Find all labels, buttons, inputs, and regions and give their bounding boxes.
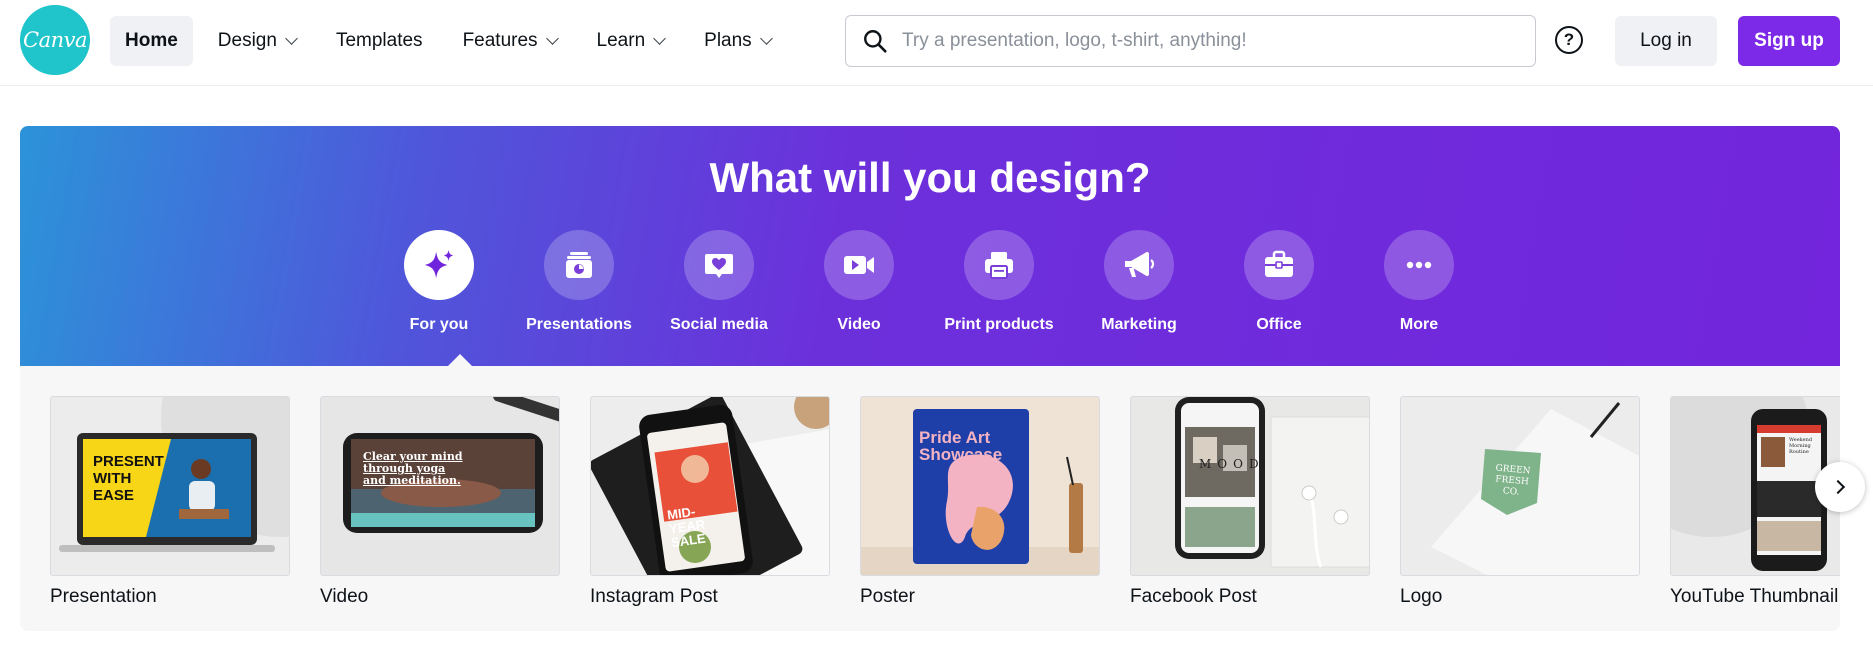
nav-plans[interactable]: Plans (689, 16, 786, 66)
more-dots-icon (1406, 261, 1432, 269)
top-header: Canva Home Design Templates Features Lea… (0, 0, 1873, 86)
nav-home-label: Home (125, 30, 178, 51)
chevron-down-icon (285, 31, 298, 45)
signup-label: Sign up (1754, 30, 1824, 51)
category-label: Video (837, 316, 881, 333)
card-title: Poster (860, 586, 915, 607)
category-label: Presentations (526, 316, 632, 333)
design-card-facebook-post[interactable]: MOOD Facebook Post (1130, 396, 1370, 608)
login-button[interactable]: Log in (1615, 16, 1717, 66)
nav-templates-label: Templates (335, 30, 423, 51)
category-label: More (1399, 316, 1439, 333)
briefcase-icon (1265, 250, 1293, 277)
card-thumbnail: Pride Art Showcase (860, 396, 1100, 576)
card-thumbnail: MID-YEAR SALE (590, 396, 830, 576)
category-video[interactable]: Video (789, 230, 929, 334)
nav-learn[interactable]: Learn (582, 16, 680, 66)
chevron-down-icon (653, 31, 667, 45)
card-thumbnail: PRESENT WITH EASE (50, 396, 290, 576)
thumb-text: MID-YEAR SALE (666, 503, 707, 551)
card-thumbnail: Clear your mind through yoga and meditat… (320, 396, 560, 576)
category-label: Office (1256, 316, 1302, 333)
thumb-text: Clear your mind through yoga and meditat… (363, 450, 463, 487)
category-social-media[interactable]: Social media (649, 230, 789, 334)
design-type-carousel: PRESENT WITH EASE Presentation Clear you… (20, 366, 1840, 631)
category-presentations[interactable]: Presentations (509, 230, 649, 334)
search-input[interactable] (902, 30, 1502, 52)
card-title: YouTube Thumbnail (1670, 586, 1839, 607)
megaphone-icon (1125, 252, 1155, 277)
category-marketing[interactable]: Marketing (1069, 230, 1209, 334)
phone-notebook-illustration (591, 397, 829, 575)
card-title: Video (320, 586, 369, 607)
card-title: Facebook Post (1130, 586, 1257, 607)
hero-banner: What will you design? For you Presentati… (20, 126, 1840, 366)
category-for-you[interactable]: For you (369, 230, 509, 334)
hero-title: What will you design? (709, 154, 1151, 201)
thumb-text: MOOD (1199, 457, 1265, 471)
thumb-text: Pride Art Showcase (919, 428, 1003, 464)
chevron-down-icon (545, 31, 559, 45)
card-thumbnail: GREEN FRESH CO. (1400, 396, 1640, 576)
poster-illustration (861, 409, 1099, 575)
card-thumbnail: MOOD (1130, 396, 1370, 576)
thumb-text: Weekend Morning Routine (1789, 437, 1813, 455)
thumb-text: GREEN FRESH CO. (1494, 463, 1531, 498)
card-title: Instagram Post (590, 586, 718, 607)
presentation-icon (566, 252, 592, 278)
category-print-products[interactable]: Print products (929, 230, 1069, 334)
category-label: Marketing (1101, 316, 1177, 333)
design-card-instagram-post[interactable]: MID-YEAR SALE Instagram Post (590, 396, 830, 608)
search-bar[interactable] (845, 15, 1536, 67)
chevron-right-icon (1830, 479, 1846, 495)
design-card-presentation[interactable]: PRESENT WITH EASE Presentation (50, 396, 290, 608)
category-label: Social media (670, 316, 768, 333)
sparkle-icon (424, 249, 454, 279)
signup-button[interactable]: Sign up (1738, 16, 1840, 66)
active-category-pointer (448, 354, 472, 366)
nav-home[interactable]: Home (110, 16, 193, 66)
nav-design-label: Design (217, 30, 277, 51)
card-title: Logo (1400, 586, 1443, 607)
nav-learn-label: Learn (596, 30, 646, 51)
nav-plans-label: Plans (704, 30, 752, 51)
nav-design[interactable]: Design (203, 16, 311, 66)
nav-templates[interactable]: Templates (321, 16, 438, 66)
nav-features-label: Features (462, 30, 538, 51)
category-office[interactable]: Office (1209, 230, 1349, 334)
card-title: Presentation (50, 586, 157, 607)
phone-earbuds-illustration (1175, 397, 1369, 568)
design-card-poster[interactable]: Pride Art Showcase Poster (860, 396, 1100, 608)
help-icon[interactable]: ? (1555, 26, 1583, 54)
printer-icon (985, 252, 1013, 279)
thumb-text: PRESENT WITH EASE (93, 453, 164, 504)
carousel-next-button[interactable] (1815, 462, 1865, 512)
chevron-down-icon (759, 31, 773, 45)
canva-logo[interactable]: Canva (20, 5, 90, 75)
video-camera-icon (844, 256, 874, 274)
nav-features[interactable]: Features (448, 16, 572, 66)
logo-text: Canva (23, 28, 88, 52)
category-label: For you (409, 316, 469, 333)
main-nav: Home Design Templates Features Learn Pla… (110, 16, 796, 66)
category-label: Print products (944, 316, 1054, 333)
design-card-video[interactable]: Clear your mind through yoga and meditat… (320, 396, 560, 608)
design-card-logo[interactable]: GREEN FRESH CO. Logo (1400, 396, 1640, 608)
category-more[interactable]: More (1349, 230, 1489, 334)
login-label: Log in (1640, 30, 1692, 51)
design-card-youtube-thumbnail[interactable]: Weekend Morning Routine YouTube Thumbnai… (1670, 396, 1840, 608)
search-icon (864, 30, 887, 53)
heart-chat-icon (705, 254, 733, 278)
